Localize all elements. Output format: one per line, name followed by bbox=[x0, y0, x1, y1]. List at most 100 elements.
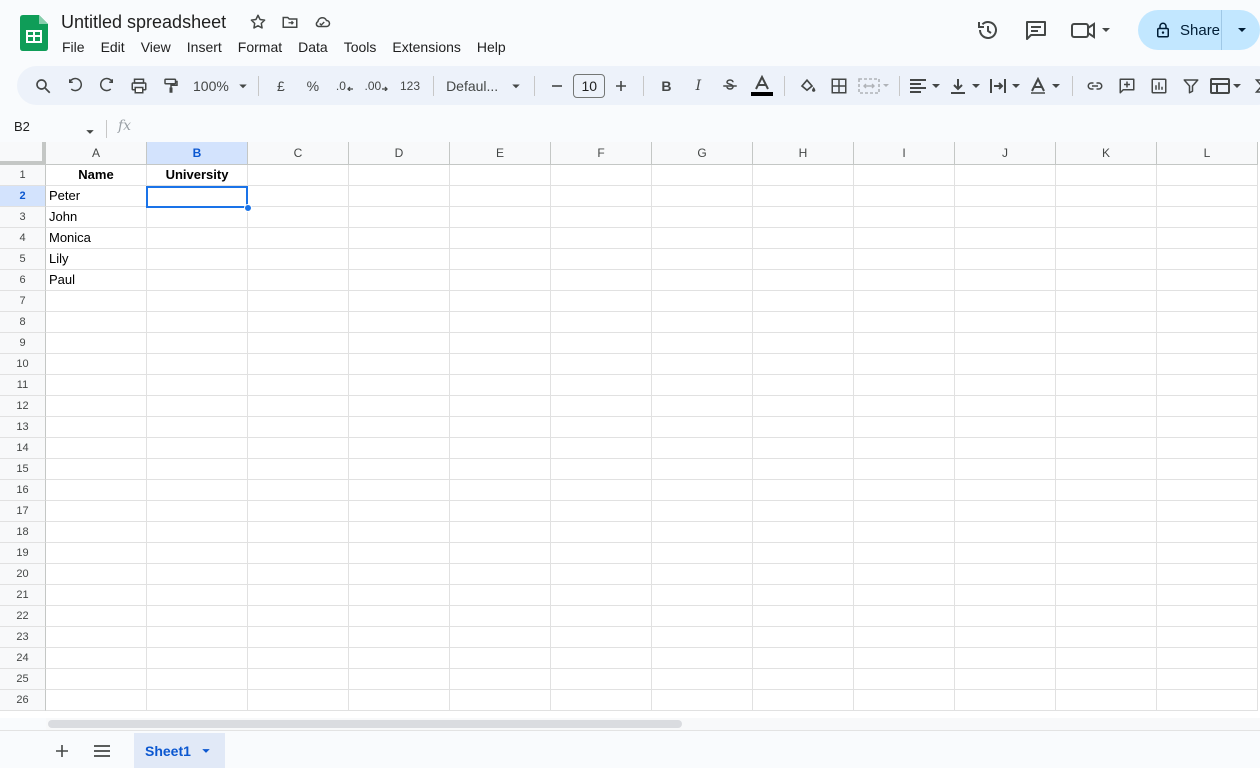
cell-k4[interactable] bbox=[1056, 228, 1157, 249]
fill-color-icon[interactable] bbox=[791, 72, 823, 100]
cell-f6[interactable] bbox=[551, 270, 652, 291]
cell-c8[interactable] bbox=[248, 312, 349, 333]
cell-e7[interactable] bbox=[450, 291, 551, 312]
cell-b18[interactable] bbox=[147, 522, 248, 543]
cell-j23[interactable] bbox=[955, 627, 1056, 648]
undo-icon[interactable] bbox=[59, 72, 91, 100]
cell-d6[interactable] bbox=[349, 270, 450, 291]
column-header-b[interactable]: B bbox=[147, 142, 248, 165]
cell-j12[interactable] bbox=[955, 396, 1056, 417]
cell-c4[interactable] bbox=[248, 228, 349, 249]
cell-j20[interactable] bbox=[955, 564, 1056, 585]
cell-d13[interactable] bbox=[349, 417, 450, 438]
name-box-dropdown-icon[interactable] bbox=[85, 124, 95, 142]
cell-a12[interactable] bbox=[46, 396, 147, 417]
cell-g4[interactable] bbox=[652, 228, 753, 249]
cell-i9[interactable] bbox=[854, 333, 955, 354]
cell-j10[interactable] bbox=[955, 354, 1056, 375]
cell-l2[interactable] bbox=[1157, 186, 1258, 207]
cell-k22[interactable] bbox=[1056, 606, 1157, 627]
cell-j2[interactable] bbox=[955, 186, 1056, 207]
cell-b9[interactable] bbox=[147, 333, 248, 354]
row-header-2[interactable]: 2 bbox=[0, 186, 46, 207]
cell-b19[interactable] bbox=[147, 543, 248, 564]
cell-l15[interactable] bbox=[1157, 459, 1258, 480]
cell-h20[interactable] bbox=[753, 564, 854, 585]
vertical-align-icon[interactable] bbox=[946, 72, 986, 100]
cell-b8[interactable] bbox=[147, 312, 248, 333]
cell-e6[interactable] bbox=[450, 270, 551, 291]
cell-e10[interactable] bbox=[450, 354, 551, 375]
cell-c22[interactable] bbox=[248, 606, 349, 627]
cell-k18[interactable] bbox=[1056, 522, 1157, 543]
cell-g13[interactable] bbox=[652, 417, 753, 438]
document-title[interactable]: Untitled spreadsheet bbox=[61, 12, 226, 33]
cell-j19[interactable] bbox=[955, 543, 1056, 564]
cell-l18[interactable] bbox=[1157, 522, 1258, 543]
cell-b4[interactable] bbox=[147, 228, 248, 249]
cell-k11[interactable] bbox=[1056, 375, 1157, 396]
cell-d24[interactable] bbox=[349, 648, 450, 669]
cell-e2[interactable] bbox=[450, 186, 551, 207]
cell-c20[interactable] bbox=[248, 564, 349, 585]
cell-f24[interactable] bbox=[551, 648, 652, 669]
cell-a3[interactable]: John bbox=[46, 207, 147, 228]
row-header-22[interactable]: 22 bbox=[0, 606, 46, 627]
cell-l25[interactable] bbox=[1157, 669, 1258, 690]
cell-h3[interactable] bbox=[753, 207, 854, 228]
cell-i22[interactable] bbox=[854, 606, 955, 627]
cell-l4[interactable] bbox=[1157, 228, 1258, 249]
cell-a4[interactable]: Monica bbox=[46, 228, 147, 249]
cell-b2[interactable] bbox=[147, 186, 248, 207]
row-header-6[interactable]: 6 bbox=[0, 270, 46, 291]
cell-l24[interactable] bbox=[1157, 648, 1258, 669]
cell-d25[interactable] bbox=[349, 669, 450, 690]
redo-icon[interactable] bbox=[91, 72, 123, 100]
cell-c1[interactable] bbox=[248, 165, 349, 186]
cell-e15[interactable] bbox=[450, 459, 551, 480]
cell-i19[interactable] bbox=[854, 543, 955, 564]
column-header-e[interactable]: E bbox=[450, 142, 551, 165]
decrease-font-size-icon[interactable] bbox=[541, 72, 573, 100]
cell-g19[interactable] bbox=[652, 543, 753, 564]
cell-b7[interactable] bbox=[147, 291, 248, 312]
cell-e24[interactable] bbox=[450, 648, 551, 669]
cell-e11[interactable] bbox=[450, 375, 551, 396]
cell-h6[interactable] bbox=[753, 270, 854, 291]
text-color-icon[interactable] bbox=[746, 72, 778, 100]
cell-b25[interactable] bbox=[147, 669, 248, 690]
menu-tools[interactable]: Tools bbox=[336, 37, 385, 57]
cell-d22[interactable] bbox=[349, 606, 450, 627]
cell-d4[interactable] bbox=[349, 228, 450, 249]
cell-j24[interactable] bbox=[955, 648, 1056, 669]
cell-i26[interactable] bbox=[854, 690, 955, 711]
cell-d17[interactable] bbox=[349, 501, 450, 522]
cell-b20[interactable] bbox=[147, 564, 248, 585]
menu-insert[interactable]: Insert bbox=[179, 37, 230, 57]
cell-j18[interactable] bbox=[955, 522, 1056, 543]
cell-f17[interactable] bbox=[551, 501, 652, 522]
cell-a23[interactable] bbox=[46, 627, 147, 648]
cell-h16[interactable] bbox=[753, 480, 854, 501]
cell-g8[interactable] bbox=[652, 312, 753, 333]
increase-font-size-icon[interactable] bbox=[605, 72, 637, 100]
cell-e21[interactable] bbox=[450, 585, 551, 606]
cell-d15[interactable] bbox=[349, 459, 450, 480]
menu-edit[interactable]: Edit bbox=[93, 37, 133, 57]
cell-k5[interactable] bbox=[1056, 249, 1157, 270]
cell-i25[interactable] bbox=[854, 669, 955, 690]
cell-e25[interactable] bbox=[450, 669, 551, 690]
cell-f1[interactable] bbox=[551, 165, 652, 186]
row-header-3[interactable]: 3 bbox=[0, 207, 46, 228]
column-header-d[interactable]: D bbox=[349, 142, 450, 165]
cell-c25[interactable] bbox=[248, 669, 349, 690]
cell-h15[interactable] bbox=[753, 459, 854, 480]
cell-c9[interactable] bbox=[248, 333, 349, 354]
cell-e18[interactable] bbox=[450, 522, 551, 543]
cell-h4[interactable] bbox=[753, 228, 854, 249]
cell-e20[interactable] bbox=[450, 564, 551, 585]
row-header-24[interactable]: 24 bbox=[0, 648, 46, 669]
cell-g6[interactable] bbox=[652, 270, 753, 291]
cell-a1[interactable]: Name bbox=[46, 165, 147, 186]
cell-g25[interactable] bbox=[652, 669, 753, 690]
